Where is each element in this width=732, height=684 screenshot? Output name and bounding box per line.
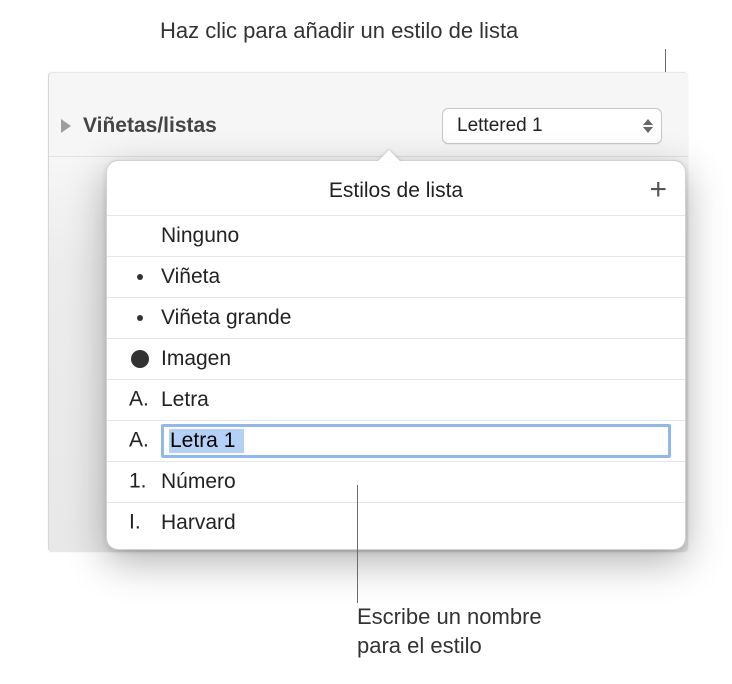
style-item-label: Ninguno [161, 224, 239, 248]
style-item-label: Número [161, 470, 236, 494]
number-prefix-icon: 1. [129, 470, 147, 494]
style-item-none[interactable]: Ninguno [107, 215, 685, 256]
callout-add-style: Haz clic para añadir un estilo de lista [160, 18, 518, 44]
style-item-letter[interactable]: A. Letra [107, 379, 685, 420]
callout-line-bottom [357, 485, 358, 603]
bullet-icon [137, 274, 143, 280]
style-item-harvard[interactable]: I. Harvard [107, 502, 685, 543]
add-style-button[interactable]: + [649, 175, 667, 205]
disclosure-triangle-icon[interactable] [61, 119, 71, 133]
style-item-number[interactable]: 1. Número [107, 461, 685, 502]
letter-prefix-icon: A. [129, 388, 149, 412]
style-item-label: Viñeta grande [161, 306, 291, 330]
list-style-popup-value: Lettered 1 [457, 115, 543, 137]
rename-field-wrap [161, 424, 671, 458]
style-list: Ninguno Viñeta Viñeta grande Imagen A. L… [107, 215, 685, 543]
popover-header: Estilos de lista + [107, 179, 685, 215]
style-item-big-bullet[interactable]: Viñeta grande [107, 297, 685, 338]
style-item-label: Harvard [161, 511, 236, 535]
roman-prefix-icon: I. [129, 511, 141, 535]
style-rename-input[interactable] [161, 424, 671, 458]
style-item-label: Imagen [161, 347, 231, 371]
updown-arrows-icon [643, 119, 653, 133]
callout-rename-style: Escribe un nombre para el estilo [357, 603, 542, 660]
style-item-label: Viñeta [161, 265, 220, 289]
image-bullet-icon [131, 350, 149, 368]
bullets-lists-section-row: Viñetas/listas Lettered 1 [49, 73, 688, 157]
callout-bottom-line1: Escribe un nombre [357, 603, 542, 632]
list-styles-popover: Estilos de lista + Ninguno Viñeta Viñeta… [106, 160, 686, 550]
style-item-bullet[interactable]: Viñeta [107, 256, 685, 297]
style-item-letter-1-editing[interactable]: A. [107, 420, 685, 461]
list-style-popup-button[interactable]: Lettered 1 [442, 108, 662, 144]
callout-bottom-line2: para el estilo [357, 632, 542, 661]
bullets-lists-label: Viñetas/listas [83, 114, 217, 138]
style-item-label: Letra [161, 388, 209, 412]
popover-title: Estilos de lista [329, 179, 463, 203]
style-item-image[interactable]: Imagen [107, 338, 685, 379]
letter-prefix-icon: A. [129, 429, 149, 453]
bullet-icon [137, 315, 143, 321]
